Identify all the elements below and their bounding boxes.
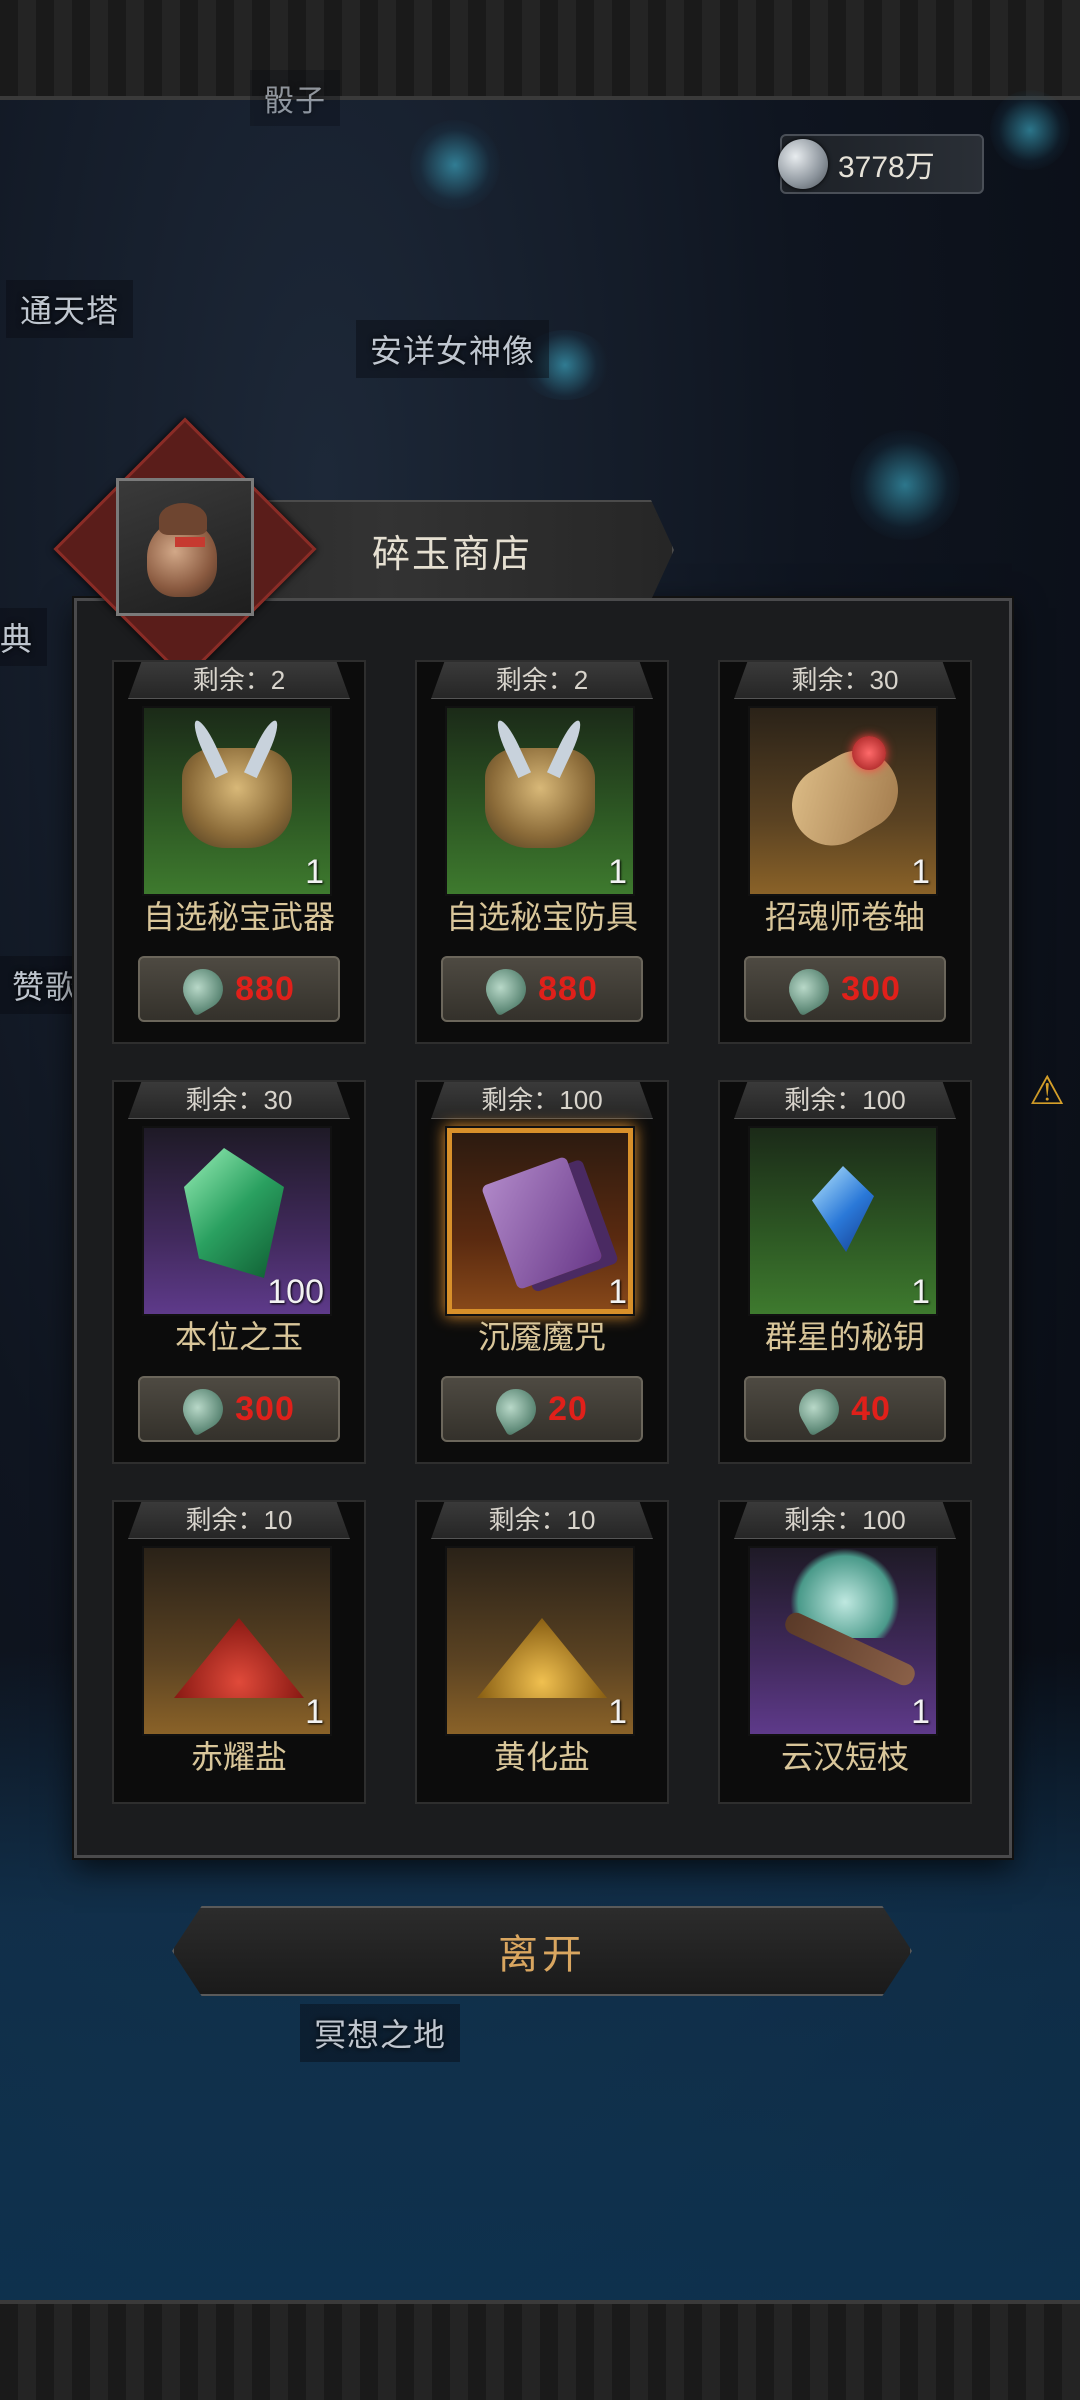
item-price: 300	[841, 969, 901, 1008]
item-price: 880	[538, 969, 598, 1008]
item-name: 赤耀盐	[190, 1739, 287, 1775]
red-salt-icon	[174, 1618, 304, 1698]
item-thumbnail: 1	[748, 706, 938, 896]
item-quantity: 100	[267, 1273, 324, 1311]
scroll-icon	[777, 735, 913, 861]
jade-shard-icon	[791, 1381, 847, 1437]
jade-shard-icon	[478, 961, 534, 1017]
map-label-meditation[interactable]: 冥想之地	[300, 2004, 461, 2062]
top-frame-bar	[0, 0, 1080, 100]
jade-shard-icon	[175, 961, 231, 1017]
star-key-gem-icon	[812, 1166, 874, 1252]
item-name: 自选秘宝防具	[445, 899, 638, 935]
item-thumbnail: 1	[445, 1546, 635, 1736]
item-name: 群星的秘钥	[764, 1319, 925, 1355]
item-thumbnail: 1	[748, 1546, 938, 1736]
item-remaining: 剩余：10	[128, 1502, 350, 1539]
emerald-crystal-icon	[184, 1148, 284, 1278]
item-name: 沉魇魔咒	[477, 1319, 606, 1355]
item-name: 招魂师卷轴	[764, 899, 925, 935]
buy-price-button[interactable]: 880	[138, 956, 340, 1022]
item-name: 云汉短枝	[780, 1739, 909, 1775]
item-quantity: 1	[911, 1693, 930, 1731]
item-remaining: 剩余：100	[431, 1082, 653, 1119]
curse-cards-icon	[480, 1155, 604, 1291]
leave-button[interactable]: 离开	[172, 1906, 912, 1996]
item-quantity: 1	[608, 1693, 627, 1731]
item-price: 20	[548, 1389, 588, 1428]
item-remaining: 剩余：100	[734, 1082, 956, 1119]
item-quantity: 1	[608, 853, 627, 891]
shop-item-card[interactable]: 剩余：2 1 自选秘宝防具 880	[415, 660, 669, 1044]
shop-item-card[interactable]: 剩余：2 1 自选秘宝武器 880	[112, 660, 366, 1044]
item-quantity: 1	[911, 1273, 930, 1311]
leave-button-label: 离开	[498, 1933, 586, 1977]
currency-display: 3778万	[778, 134, 984, 194]
silver-ore-icon	[778, 139, 828, 189]
bottom-frame-bar	[0, 2300, 1080, 2400]
currency-value: 3778万	[838, 151, 935, 184]
item-price: 880	[235, 969, 295, 1008]
item-price: 300	[235, 1389, 295, 1428]
buy-price-button[interactable]: 20	[441, 1376, 643, 1442]
buy-price-button[interactable]: 40	[744, 1376, 946, 1442]
map-label-partial[interactable]: 骰子	[250, 70, 340, 126]
item-thumbnail: 100	[142, 1126, 332, 1316]
jade-shard-icon	[781, 961, 837, 1017]
item-thumbnail: 1	[748, 1126, 938, 1316]
item-remaining: 剩余：30	[128, 1082, 350, 1119]
item-name: 本位之玉	[174, 1319, 303, 1355]
item-remaining: 剩余：100	[734, 1502, 956, 1539]
shop-title: 碎玉商店	[371, 533, 532, 576]
light-orb	[850, 430, 960, 540]
shop-item-card[interactable]: 剩余：10 1 赤耀盐	[112, 1500, 366, 1804]
item-remaining: 剩余：30	[734, 662, 956, 699]
item-thumbnail: 1	[445, 1126, 635, 1316]
item-thumbnail: 1	[445, 706, 635, 896]
jade-shard-icon	[488, 1381, 544, 1437]
item-quantity: 1	[305, 1693, 324, 1731]
shop-item-card[interactable]: 剩余：30 1 招魂师卷轴 300	[718, 660, 972, 1044]
item-name: 黄化盐	[493, 1739, 590, 1775]
spiked-armor-icon	[182, 748, 292, 848]
yellow-salt-icon	[477, 1618, 607, 1698]
buy-price-button[interactable]: 300	[138, 1376, 340, 1442]
light-orb	[410, 120, 500, 210]
item-name: 自选秘宝武器	[142, 899, 335, 935]
map-label-statue[interactable]: 安详女神像	[356, 320, 550, 378]
light-orb	[990, 90, 1070, 170]
map-label-tower[interactable]: 通天塔	[6, 280, 134, 338]
buy-price-button[interactable]: 300	[744, 956, 946, 1022]
item-thumbnail: 1	[142, 1546, 332, 1736]
shop-item-card[interactable]: 剩余：100 1 云汉短枝	[718, 1500, 972, 1804]
shop-item-card[interactable]: 剩余：100 1 群星的秘钥 40	[718, 1080, 972, 1464]
buy-price-button[interactable]: 880	[441, 956, 643, 1022]
item-thumbnail: 1	[142, 706, 332, 896]
jade-shard-icon	[175, 1381, 231, 1437]
item-remaining: 剩余：2	[431, 662, 653, 699]
item-quantity: 1	[608, 1273, 627, 1311]
map-label-left-1[interactable]: 典	[0, 608, 48, 666]
item-quantity: 1	[911, 853, 930, 891]
item-quantity: 1	[305, 853, 324, 891]
shop-item-card[interactable]: 剩余：30 100 本位之玉 300	[112, 1080, 366, 1464]
item-remaining: 剩余：2	[128, 662, 350, 699]
shop-item-card[interactable]: 剩余：10 1 黄化盐	[415, 1500, 669, 1804]
item-remaining: 剩余：10	[431, 1502, 653, 1539]
item-price: 40	[851, 1389, 891, 1428]
warning-icon[interactable]: ⚠	[1020, 1064, 1074, 1118]
shop-item-card[interactable]: 剩余：100 1 沉魇魔咒 20	[415, 1080, 669, 1464]
spiked-armor-icon	[485, 748, 595, 848]
merchant-avatar	[116, 478, 254, 616]
